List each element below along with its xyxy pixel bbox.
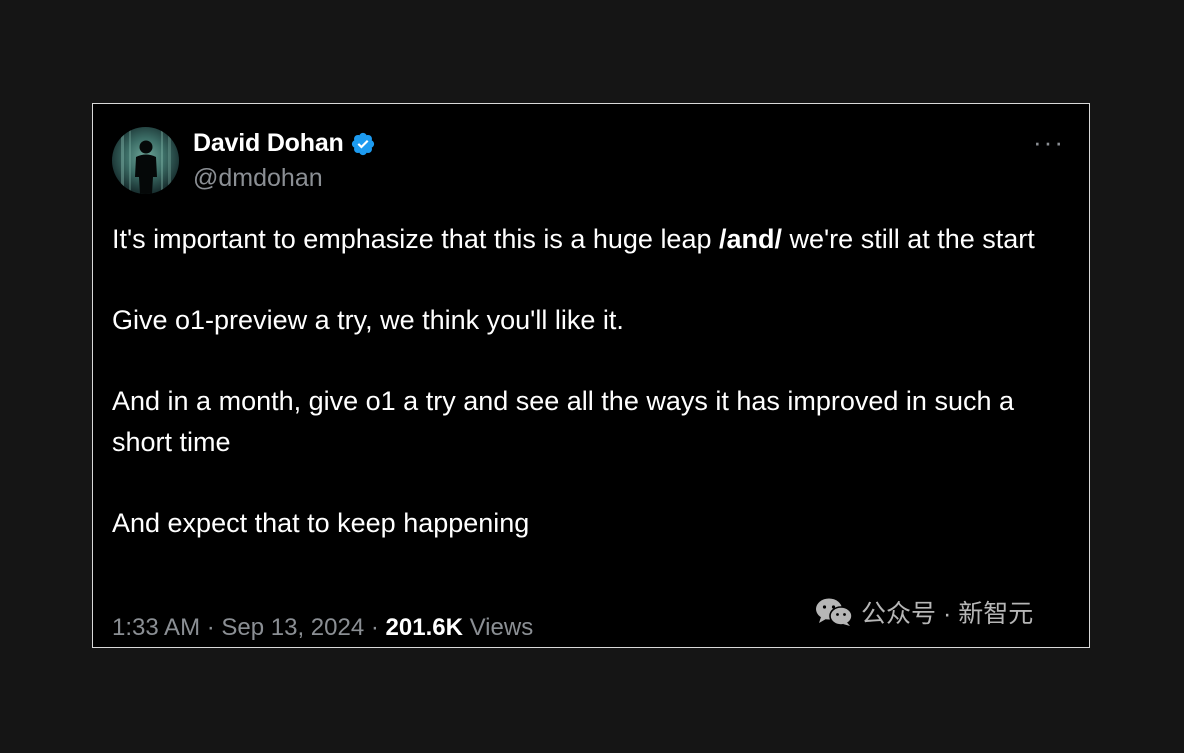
tweet-paragraph: Give o1-preview a try, we think you'll l… [112,305,624,335]
author-name-row: David Dohan [193,129,376,158]
verified-badge-icon [351,132,374,155]
meta-separator: · [206,614,215,641]
meta-separator: · [370,614,379,641]
tweet-paragraph: And in a month, give o1 a try and see al… [112,386,1014,457]
person-silhouette-icon [121,127,171,194]
tweet-time[interactable]: 1:33 AM [112,614,200,641]
tweet-text: It's important to emphasize that this is… [112,219,1072,544]
views-count[interactable]: 201.6K [386,614,463,641]
tweet-bold-text: /and/ [719,224,783,254]
tweet-card: David Dohan @dmdohan ··· It's important … [92,103,1090,648]
author-name[interactable]: David Dohan [193,129,344,158]
views-label: Views [469,614,534,641]
author-handle[interactable]: @dmdohan [193,164,323,193]
tweet-meta: 1:33 AM · Sep 13, 2024 · 201.6K Views [112,614,533,642]
tweet-date[interactable]: Sep 13, 2024 [221,614,364,641]
avatar[interactable] [112,127,179,194]
tweet-paragraph: It's important to emphasize that this is… [112,224,1035,254]
watermark: 公众号 · 新智元 [815,594,1033,630]
more-options-icon[interactable]: ··· [1033,129,1065,155]
wechat-icon [816,598,853,626]
tweet-paragraph: And expect that to keep happening [112,508,530,538]
watermark-text: 公众号 · 新智元 [861,600,1034,628]
